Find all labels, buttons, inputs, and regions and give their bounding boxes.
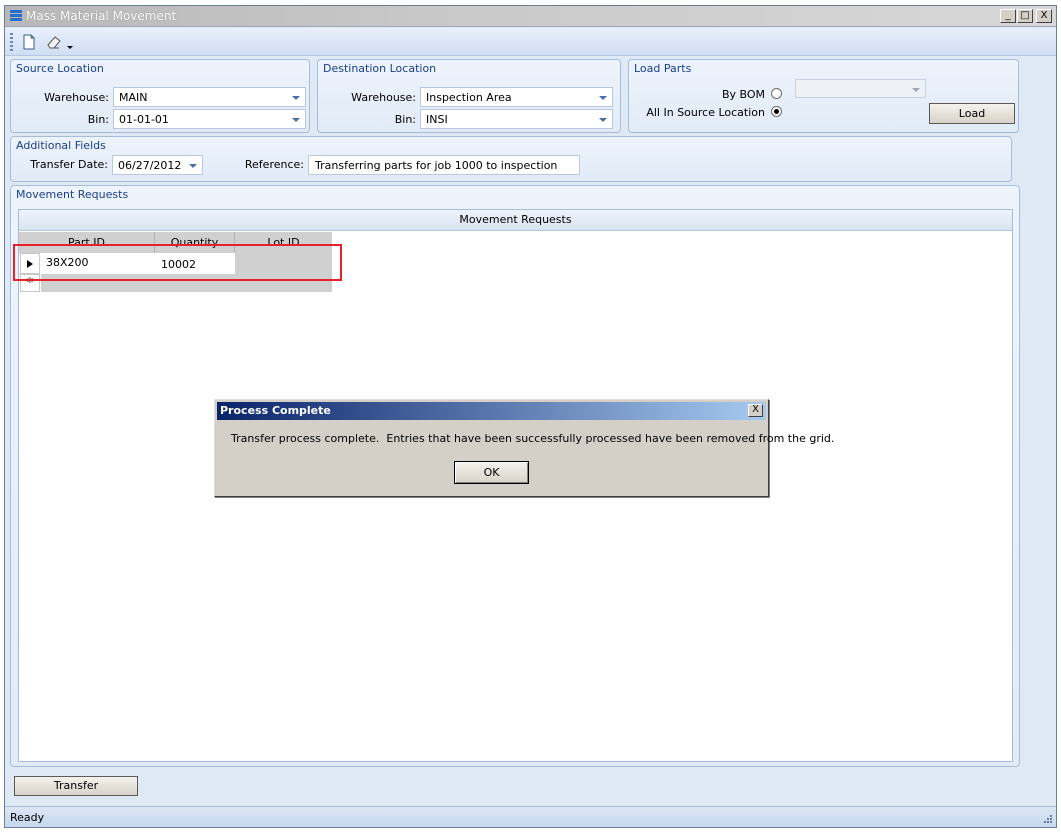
chevron-down-icon — [292, 96, 300, 100]
reference-input[interactable]: Transferring parts for job 1000 to inspe… — [308, 155, 580, 175]
chevron-down-icon — [912, 88, 920, 92]
minimize-button[interactable]: _ — [1000, 9, 1016, 23]
ok-button[interactable]: OK — [454, 461, 529, 484]
dialog-close-button[interactable]: X — [748, 404, 763, 417]
eraser-icon[interactable] — [45, 33, 63, 51]
new-document-icon[interactable] — [20, 33, 38, 51]
additional-fields-group: Additional Fields Transfer Date: 06/27/2… — [10, 136, 1012, 182]
source-bin-select[interactable]: 01-01-01 — [113, 109, 306, 129]
load-parts-group: Load Parts By BOM All In Source Location… — [628, 59, 1019, 133]
load-button[interactable]: Load — [929, 103, 1015, 124]
status-text: Ready — [10, 811, 45, 824]
transfer-date-label: Transfer Date: — [30, 158, 108, 171]
destination-warehouse-label: Warehouse: — [351, 91, 416, 104]
all-in-source-label: All In Source Location — [646, 106, 765, 119]
chevron-down-icon — [599, 96, 607, 100]
title-bar[interactable]: Mass Material Movement _ □ X — [5, 6, 1056, 27]
highlight-box — [13, 244, 342, 281]
app-icon — [10, 10, 22, 21]
resize-grip-icon[interactable] — [1043, 814, 1053, 824]
source-warehouse-label: Warehouse: — [44, 91, 109, 104]
transfer-button[interactable]: Transfer — [14, 776, 138, 796]
source-location-group: Source Location Warehouse: MAIN Bin: 01-… — [10, 59, 310, 133]
group-title: Destination Location — [323, 62, 437, 75]
destination-bin-label: Bin: — [394, 113, 416, 126]
transfer-date-picker[interactable]: 06/27/2012 — [112, 155, 203, 175]
status-bar: Ready — [5, 806, 1056, 827]
destination-warehouse-select[interactable]: Inspection Area — [420, 87, 613, 107]
dropdown-arrow-icon[interactable] — [65, 33, 75, 51]
toolbar — [5, 28, 1056, 56]
dialog-title: Process Complete — [220, 404, 331, 417]
chevron-down-icon — [599, 118, 607, 122]
by-bom-label: By BOM — [721, 88, 765, 101]
destination-bin-select[interactable]: INSI — [420, 109, 613, 129]
toolbar-grip[interactable] — [10, 33, 13, 51]
source-bin-label: Bin: — [87, 113, 109, 126]
bom-select[interactable] — [795, 79, 926, 98]
process-complete-dialog: Process Complete X Transfer process comp… — [214, 399, 835, 497]
window-title: Mass Material Movement — [26, 9, 177, 23]
all-in-source-radio[interactable] — [771, 106, 782, 117]
destination-location-group: Destination Location Warehouse: Inspecti… — [317, 59, 621, 133]
maximize-button[interactable]: □ — [1017, 9, 1033, 23]
grid-caption: Movement Requests — [19, 210, 1012, 231]
by-bom-radio[interactable] — [771, 88, 782, 99]
dialog-title-bar[interactable]: Process Complete X — [217, 402, 766, 420]
close-button[interactable]: X — [1036, 9, 1052, 23]
reference-label: Reference: — [244, 158, 304, 171]
chevron-down-icon — [189, 164, 197, 168]
source-warehouse-select[interactable]: MAIN — [113, 87, 306, 107]
group-title: Load Parts — [634, 62, 692, 75]
group-title: Additional Fields — [16, 139, 106, 152]
group-title: Source Location — [16, 62, 104, 75]
dialog-message: Transfer process complete. Entries that … — [231, 432, 835, 445]
chevron-down-icon — [292, 118, 300, 122]
group-title: Movement Requests — [16, 188, 129, 201]
